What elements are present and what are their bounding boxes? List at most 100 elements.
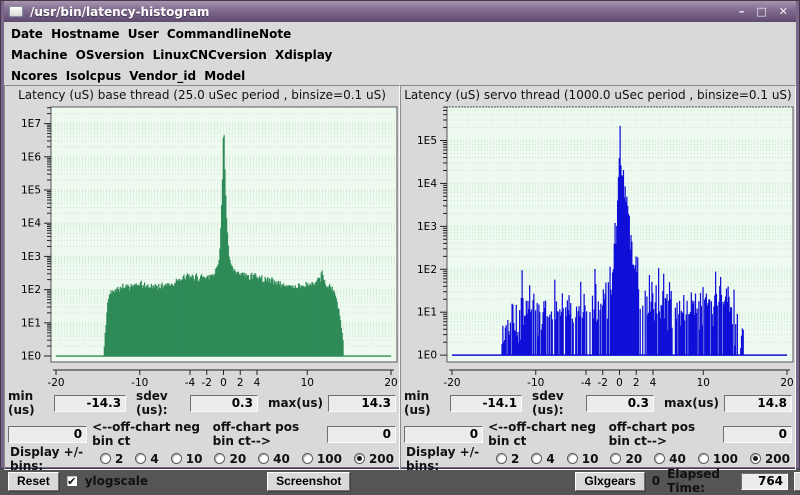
- radio-icon[interactable]: [496, 453, 507, 464]
- radio-icon[interactable]: [750, 453, 761, 464]
- offchart-neg-label: <--off-chart neg bin ct: [488, 420, 599, 448]
- svg-text:1E0: 1E0: [417, 350, 437, 362]
- minimize-icon[interactable]: –: [739, 2, 745, 22]
- bins-radio-100[interactable]: 100: [698, 452, 738, 466]
- svg-text:1E6: 1E6: [21, 151, 41, 163]
- window-icon: [9, 6, 23, 17]
- bins-radio-label: 10: [186, 452, 203, 466]
- bins-radio-10[interactable]: 10: [171, 452, 203, 466]
- svg-text:10: 10: [697, 377, 710, 387]
- svg-text:1E4: 1E4: [417, 178, 437, 190]
- max-value-field[interactable]: 14.3: [328, 395, 396, 412]
- ylogscale-label: ylogscale: [85, 474, 148, 488]
- bins-radio-group: 24 10 20 40 100 200: [100, 452, 394, 466]
- radio-icon[interactable]: [698, 453, 709, 464]
- servo-thread-bins-row: Display +/- bins: 24102040100200: [401, 449, 795, 469]
- max-label: max(us): [664, 396, 719, 410]
- window-content: Date Hostname User CommandlineNote Machi…: [4, 22, 796, 467]
- sdev-value-field[interactable]: 0.3: [586, 395, 654, 412]
- offchart-neg-count-field[interactable]: 0: [404, 426, 483, 443]
- maximize-icon[interactable]: □: [756, 2, 766, 22]
- min-label: min (us): [8, 389, 49, 417]
- bins-radio-40[interactable]: 40: [654, 452, 686, 466]
- close-icon[interactable]: ✕: [779, 2, 788, 22]
- bins-radio-label: 200: [369, 452, 394, 466]
- radio-icon[interactable]: [610, 453, 621, 464]
- radio-icon[interactable]: [100, 453, 111, 464]
- svg-text:1E5: 1E5: [21, 185, 41, 197]
- svg-text:0: 0: [616, 377, 623, 387]
- screenshot-button[interactable]: Screenshot: [267, 472, 350, 491]
- bins-radio-4[interactable]: 4: [531, 452, 554, 466]
- radio-icon[interactable]: [171, 453, 182, 464]
- svg-text:1E2: 1E2: [417, 264, 437, 276]
- min-value-field[interactable]: -14.1: [450, 395, 522, 412]
- radio-icon[interactable]: [135, 453, 146, 464]
- bins-radio-40[interactable]: 40: [258, 452, 290, 466]
- offchart-pos-label: off-chart pos bin ct-->: [609, 420, 719, 448]
- radio-icon[interactable]: [302, 453, 313, 464]
- offchart-pos-count-field[interactable]: 0: [723, 426, 792, 443]
- latency-histogram-window: /usr/bin/latency-histogram – □ ✕ Date Ho…: [0, 0, 800, 469]
- bins-radio-200[interactable]: 200: [354, 452, 394, 466]
- header-row-date-hostname: Date Hostname User CommandlineNote: [4, 22, 796, 43]
- radio-icon[interactable]: [567, 453, 578, 464]
- elapsed-time-label: Elapsed Time:: [667, 467, 735, 495]
- bins-radio-label: 200: [765, 452, 790, 466]
- sdev-label: sdev (us):: [136, 389, 185, 417]
- svg-text:20: 20: [780, 377, 793, 387]
- svg-text:0: 0: [220, 377, 227, 387]
- radio-icon[interactable]: [258, 453, 269, 464]
- min-value-field[interactable]: -14.3: [54, 395, 126, 412]
- min-label: min (us): [404, 389, 445, 417]
- base-thread-chart-title: Latency (uS) base thread (25.0 uSec peri…: [5, 86, 399, 103]
- window-title: /usr/bin/latency-histogram: [30, 5, 209, 19]
- bins-radio-label: 2: [115, 452, 123, 466]
- bins-radio-2[interactable]: 2: [496, 452, 519, 466]
- radio-icon[interactable]: [214, 453, 225, 464]
- bins-radio-label: 10: [582, 452, 599, 466]
- ylogscale-checkbox[interactable]: ✔: [66, 475, 78, 487]
- svg-text:1E2: 1E2: [21, 284, 41, 296]
- bins-radio-label: 2: [511, 452, 519, 466]
- radio-icon[interactable]: [654, 453, 665, 464]
- svg-text:1E0: 1E0: [21, 351, 41, 363]
- svg-text:1E1: 1E1: [21, 317, 41, 329]
- display-bins-label: Display +/- bins:: [10, 445, 90, 473]
- svg-text:20: 20: [384, 377, 397, 387]
- bins-radio-20[interactable]: 20: [610, 452, 642, 466]
- servo-thread-stats-row: min (us) -14.1 sdev (us): 0.3 max(us) 14…: [401, 387, 795, 418]
- servo-thread-chart-title: Latency (uS) servo thread (1000.0 uSec p…: [401, 86, 795, 103]
- glxgears-button[interactable]: Glxgears: [575, 472, 644, 491]
- svg-text:-4: -4: [185, 377, 196, 387]
- elapsed-time-field[interactable]: 764: [741, 473, 788, 490]
- max-label: max(us): [268, 396, 323, 410]
- bins-radio-label: 4: [546, 452, 554, 466]
- glxgears-count: 0: [652, 474, 660, 488]
- base-thread-stats-row: min (us) -14.3 sdev (us): 0.3 max(us) 14…: [5, 387, 399, 418]
- svg-text:2: 2: [237, 377, 244, 387]
- max-value-field[interactable]: 14.8: [724, 395, 792, 412]
- sdev-value-field[interactable]: 0.3: [190, 395, 258, 412]
- bins-radio-20[interactable]: 20: [214, 452, 246, 466]
- base-thread-panel: Latency (uS) base thread (25.0 uSec peri…: [4, 85, 400, 470]
- bins-radio-100[interactable]: 100: [302, 452, 342, 466]
- servo-thread-panel: Latency (uS) servo thread (1000.0 uSec p…: [400, 85, 796, 470]
- offchart-pos-label: off-chart pos bin ct-->: [213, 420, 323, 448]
- bins-radio-4[interactable]: 4: [135, 452, 158, 466]
- offchart-neg-count-field[interactable]: 0: [8, 426, 87, 443]
- bins-radio-10[interactable]: 10: [567, 452, 599, 466]
- exit-button[interactable]: Exit: [794, 472, 800, 491]
- bins-radio-2[interactable]: 2: [100, 452, 123, 466]
- bins-radio-label: 20: [625, 452, 642, 466]
- reset-button[interactable]: Reset: [8, 472, 59, 491]
- bins-radio-200[interactable]: 200: [750, 452, 790, 466]
- radio-icon[interactable]: [531, 453, 542, 464]
- sdev-label: sdev (us):: [532, 389, 581, 417]
- radio-icon[interactable]: [354, 453, 365, 464]
- offchart-neg-label: <--off-chart neg bin ct: [92, 420, 203, 448]
- svg-text:1E3: 1E3: [21, 251, 41, 263]
- title-bar[interactable]: /usr/bin/latency-histogram – □ ✕: [4, 1, 796, 22]
- header-row-ncores: Ncores Isolcpus Vendor_id Model: [4, 64, 796, 85]
- offchart-pos-count-field[interactable]: 0: [327, 426, 396, 443]
